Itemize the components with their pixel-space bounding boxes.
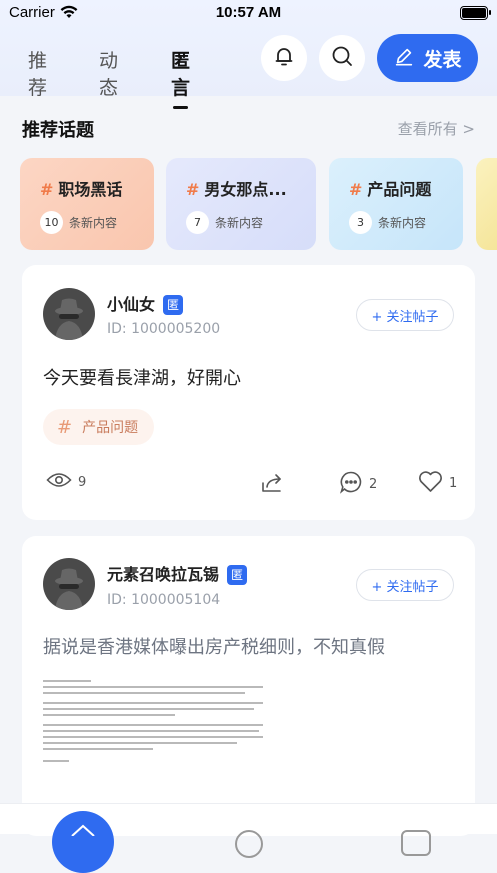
edit-icon — [393, 45, 415, 72]
views-stat: 9 — [46, 470, 86, 494]
tab-anonymous[interactable]: 匿言 — [171, 46, 190, 109]
clock: 10:57 AM — [215, 4, 282, 21]
search-button[interactable] — [319, 35, 365, 81]
comment-button[interactable]: 2 — [339, 470, 377, 498]
topic-card-relationships[interactable]: # 男女那点... 7 条新内容 — [166, 158, 316, 250]
topic-card-product[interactable]: # 产品问题 3 条新内容 — [329, 158, 463, 250]
post-actions: 9 2 1 — [22, 470, 475, 496]
comment-count: 2 — [369, 476, 378, 492]
post-card[interactable]: 小仙女匿 ID: 1000005200 + 关注帖子 今天要看長津湖，好開心 #… — [22, 265, 475, 520]
status-bar: Carrier 10:57 AM — [0, 0, 497, 26]
post-button-label: 发表 — [423, 48, 462, 71]
tab-dynamics[interactable]: 动态 — [99, 46, 118, 100]
battery-icon — [460, 6, 491, 20]
share-button[interactable] — [260, 470, 284, 498]
hash-icon: # — [349, 180, 363, 199]
avatar[interactable] — [43, 288, 95, 340]
hash-icon: # — [40, 180, 54, 199]
heart-icon — [418, 470, 443, 497]
hash-icon: # — [57, 416, 73, 438]
user-id: ID: 1000005104 — [107, 592, 221, 608]
topic-count: 7 — [186, 211, 209, 234]
topic-count-label: 条新内容 — [69, 216, 118, 230]
anonymous-badge: 匿 — [163, 295, 184, 315]
message-tab-icon[interactable] — [401, 830, 431, 856]
notification-button[interactable] — [261, 35, 307, 81]
post-image[interactable] — [43, 680, 263, 766]
user-id: ID: 1000005200 — [107, 321, 221, 337]
tab-recommend[interactable]: 推荐 — [28, 46, 47, 100]
topic-name: 职场黑话 — [58, 180, 123, 199]
post-tag[interactable]: # 产品问题 — [43, 409, 155, 445]
follow-post-button[interactable]: + 关注帖子 — [356, 299, 454, 331]
username-row: 元素召唤拉瓦锡匿 — [107, 561, 248, 585]
hash-icon: # — [186, 180, 200, 199]
eye-icon — [46, 470, 72, 494]
like-count: 1 — [449, 476, 458, 491]
discover-tab-icon[interactable] — [235, 830, 263, 858]
anonymous-badge: 匿 — [227, 565, 248, 585]
avatar[interactable] — [43, 558, 95, 610]
search-icon — [330, 44, 354, 72]
topic-name: 产品问题 — [367, 180, 432, 199]
follow-post-button[interactable]: + 关注帖子 — [356, 569, 454, 601]
topic-count: 10 — [40, 211, 63, 234]
like-button[interactable]: 1 — [418, 470, 457, 497]
topic-card-partial[interactable] — [476, 158, 497, 250]
home-tab-button[interactable] — [52, 811, 114, 873]
username: 小仙女 — [107, 295, 156, 314]
topics-section-title: 推荐话题 — [22, 120, 94, 141]
topic-count-label: 条新内容 — [378, 216, 427, 230]
post-tag-label: 产品问题 — [82, 420, 139, 436]
post-card[interactable]: 元素召唤拉瓦锡匿 ID: 1000005104 + 关注帖子 据说是香港媒体曝出… — [22, 536, 475, 836]
comment-icon — [339, 470, 363, 498]
views-count: 9 — [78, 474, 87, 490]
topic-name: 男女那点... — [204, 180, 287, 199]
topic-count-label: 条新内容 — [215, 216, 264, 230]
see-all-link[interactable]: 查看所有 > — [398, 118, 475, 139]
topic-count: 3 — [349, 211, 372, 234]
post-content: 今天要看長津湖，好開心 — [43, 368, 241, 389]
share-icon — [260, 470, 284, 498]
username-row: 小仙女匿 — [107, 291, 184, 315]
post-content: 据说是香港媒体曝出房产税细则，不知真假 — [43, 637, 385, 658]
post-button[interactable]: 发表 — [377, 34, 478, 82]
username: 元素召唤拉瓦锡 — [107, 565, 220, 584]
topic-card-workplace[interactable]: # 职场黑话 10 条新内容 — [20, 158, 154, 250]
bell-icon — [272, 44, 296, 72]
